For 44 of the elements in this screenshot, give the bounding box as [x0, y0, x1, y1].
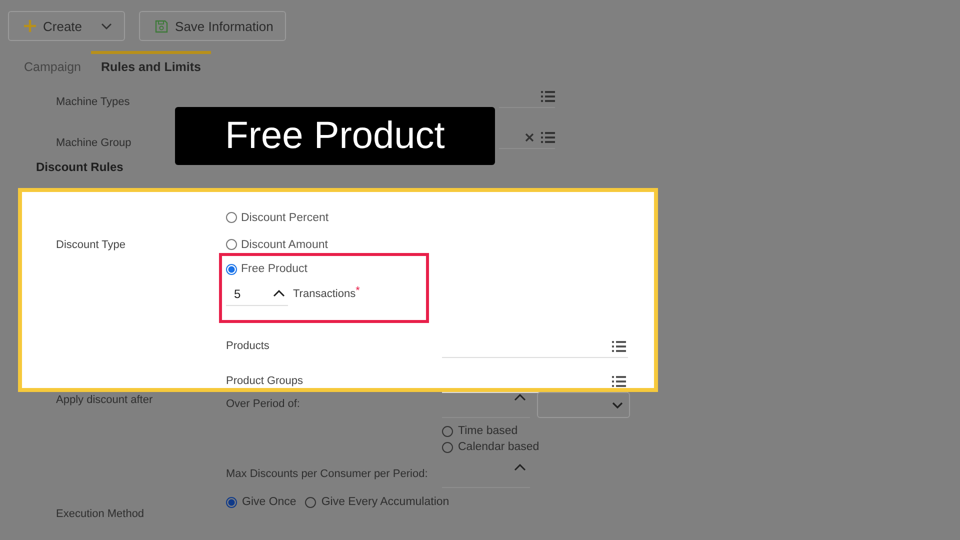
option-label: Discount Amount	[241, 238, 328, 250]
field-label: Over Period of:	[226, 398, 301, 412]
create-button[interactable]: Create	[8, 11, 126, 41]
option-label: Free Product	[241, 263, 308, 275]
radio-button[interactable]	[226, 264, 237, 274]
list-icon[interactable]	[541, 132, 555, 142]
field-label: Max Discounts per Consumer per Period:	[226, 468, 429, 482]
field-label: Transactions	[293, 288, 356, 300]
radio-button[interactable]	[226, 212, 237, 223]
field-label: Products	[226, 340, 270, 354]
field-label: Execution Method	[55, 508, 146, 520]
section-title: Discount Rules	[35, 160, 124, 176]
list-icon[interactable]	[541, 90, 555, 102]
caption-banner: Free Product	[175, 107, 495, 165]
number-field[interactable]	[442, 462, 530, 488]
list-icon[interactable]	[612, 341, 626, 352]
radio-button[interactable]	[442, 442, 453, 452]
clear-icon[interactable]	[525, 132, 534, 142]
required-mark: *	[356, 285, 360, 297]
number-field[interactable]: 5	[226, 282, 288, 306]
field-label: Discount Type	[55, 238, 127, 253]
tab[interactable]: Campaign	[0, 51, 91, 81]
field-label: Machine Types	[56, 96, 130, 108]
field-label: Product Groups	[226, 375, 304, 389]
field-label: Machine Group	[56, 136, 132, 148]
radio-button[interactable]	[226, 239, 237, 250]
radio-button[interactable]	[442, 426, 453, 436]
save-button[interactable]: Save Information	[139, 11, 286, 41]
option-label: Time based	[458, 425, 518, 437]
list-icon[interactable]	[612, 376, 626, 387]
option-label: Discount Percent	[241, 212, 329, 224]
radio-button[interactable]	[305, 496, 316, 508]
option-label: Calendar based	[458, 441, 540, 453]
option-label: Give Every Accumulation	[321, 496, 450, 508]
option-label: Give Once	[242, 496, 296, 508]
chevron-down-icon	[101, 22, 112, 30]
field-label: Apply discount after	[55, 393, 154, 408]
number-field[interactable]	[442, 392, 530, 418]
chevron-down-icon	[612, 402, 623, 408]
tab[interactable]: Rules and Limits	[90, 51, 212, 81]
plus-icon	[24, 20, 36, 32]
chevron-up-icon[interactable]	[273, 290, 285, 297]
radio-button[interactable]	[226, 496, 237, 508]
save-icon	[155, 20, 168, 32]
